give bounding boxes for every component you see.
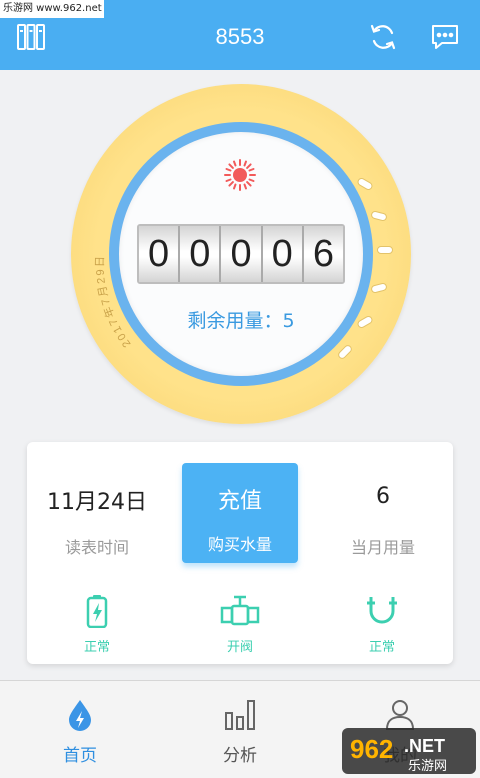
svg-text:乐游网: 乐游网 [408,759,447,774]
battery-icon [86,595,108,628]
sun-icon [224,159,256,191]
page-title: 8553 [215,24,265,49]
valve-status-label: 开阀 [226,640,253,655]
month-usage-label: 当月用量 [350,538,415,557]
refresh-icon[interactable] [368,22,398,52]
water-drop-icon [69,700,91,731]
recharge-button[interactable]: 充值 购买水量 [182,463,298,563]
watermark-site-text: 乐游网 www.962.net [0,0,104,18]
magnet-icon [367,597,397,624]
bar-chart-icon [225,700,255,730]
tab-home-label: 首页 [63,746,97,766]
recharge-subtitle: 购买水量 [207,535,272,554]
magnet-status-label: 正常 [368,640,395,655]
tab-analysis-label: 分析 [223,746,257,766]
tab-home[interactable]: 首页 [0,681,160,778]
chat-icon[interactable] [430,22,460,52]
remaining-usage: 剩余用量：5 [187,310,295,332]
read-date-label: 读表时间 [64,538,129,557]
recharge-title: 充值 [217,489,262,514]
counter-digit: 0 [262,226,304,282]
meter-slot [377,246,393,254]
battery-status: 正常 [47,594,147,655]
valve-icon [220,595,260,626]
site-watermark-logo: 962 .NET 乐游网 [342,728,476,774]
read-date-value: 11月24日 [47,490,147,515]
counter-digit: 0 [180,226,222,282]
svg-text:.NET: .NET [404,736,445,756]
svg-text:962: 962 [350,734,393,764]
counter-digit: 6 [303,226,343,282]
magnet-status: 正常 [332,594,432,655]
valve-status: 开阀 [190,594,290,655]
counter-digit: 0 [221,226,263,282]
counter-digit: 0 [139,226,181,282]
month-usage-value: 6 [376,484,390,509]
water-meter-dial: 2017年7月29日 0 0 0 0 6 剩余用量：5 [71,84,411,424]
battery-status-label: 正常 [83,640,110,655]
meter-counter: 0 0 0 0 6 [137,224,345,284]
tab-analysis[interactable]: 分析 [160,681,320,778]
info-card: 11月24日 读表时间 充值 购买水量 6 当月用量 正常 开阀 正常 [27,442,453,664]
